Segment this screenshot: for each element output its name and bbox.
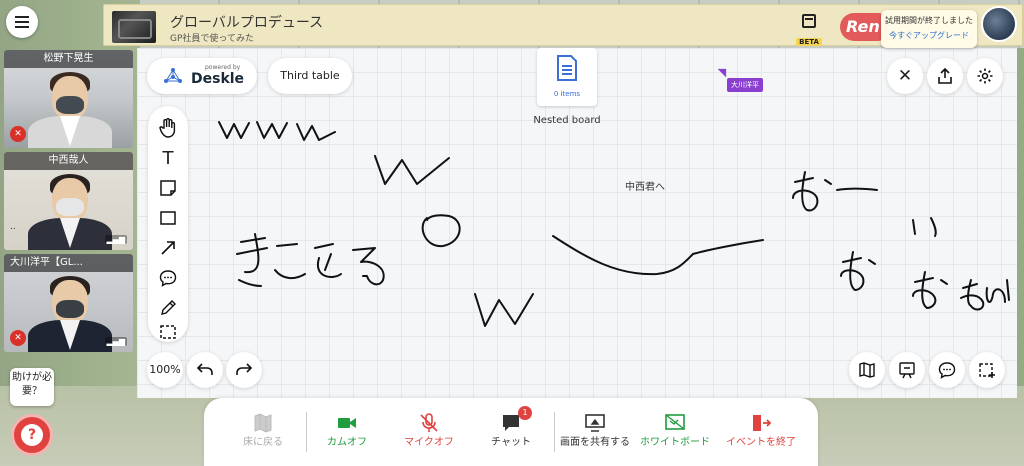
redo-icon	[236, 363, 253, 375]
help-button[interactable]: ?	[11, 414, 53, 456]
chat-label: チャット	[491, 437, 531, 448]
freehand-drawings[interactable]	[137, 48, 1017, 398]
whiteboard-button[interactable]: ホワイトボード	[638, 412, 712, 450]
video-tile-3[interactable]: 大川洋平【GL... ✕ ▂▄▆	[4, 254, 133, 352]
drawing-toolbar: T	[148, 106, 188, 342]
avatar[interactable]	[981, 6, 1017, 42]
square-icon	[160, 211, 176, 225]
microphone-off-icon	[420, 413, 438, 432]
camera-icon	[338, 418, 356, 428]
camera-toggle-label: カムオフ	[327, 437, 367, 448]
mic-muted-icon: ✕	[10, 126, 26, 142]
help-bubble: 助けが必要？	[10, 368, 54, 406]
mic-toggle-label: マイクオフ	[404, 437, 454, 448]
arrow-tool[interactable]	[156, 236, 180, 260]
whiteboard-icon	[665, 414, 685, 430]
comments-button[interactable]	[929, 352, 965, 388]
undo-icon	[196, 363, 213, 375]
hand-icon	[159, 118, 176, 138]
upgrade-link[interactable]: 今すぐアップグレード	[881, 30, 977, 41]
text-icon: T	[162, 147, 174, 169]
space-thumbnail[interactable]	[112, 11, 156, 43]
video-tile-1[interactable]: 松野下晃生 ✕	[4, 50, 133, 148]
signal-icon: ▂▄▆	[104, 337, 127, 346]
participant-name: 大川洋平【GL...	[4, 254, 133, 272]
close-icon: ✕	[897, 66, 913, 86]
mic-muted-icon: ✕	[10, 330, 26, 346]
menu-button[interactable]	[6, 6, 38, 38]
pencil-icon	[161, 300, 176, 315]
redo-button[interactable]	[226, 352, 262, 388]
participant-name: 松野下晃生	[4, 50, 133, 68]
trial-text: 試用期間が終了しました	[885, 16, 973, 25]
more-icon: ..	[10, 222, 16, 232]
chat-badge: 1	[518, 406, 532, 420]
chat-bubble-icon	[938, 362, 956, 379]
calendar-icon	[802, 14, 816, 28]
zoom-level[interactable]: 100%	[147, 352, 183, 388]
shape-tool[interactable]	[156, 206, 180, 230]
trial-notice: 試用期間が終了しました 今すぐアップグレード	[881, 10, 977, 48]
divider	[306, 412, 307, 452]
close-board-button[interactable]: ✕	[887, 58, 923, 94]
comment-tool[interactable]	[156, 266, 180, 290]
select-tool[interactable]	[156, 320, 180, 344]
back-to-floor-label: 床に戻る	[243, 437, 283, 448]
back-to-floor-button[interactable]: 床に戻る	[226, 412, 300, 450]
sticky-note-tool[interactable]	[156, 176, 180, 200]
beta-tag: BETA	[796, 38, 822, 46]
sticky-note-icon	[160, 180, 176, 196]
undo-button[interactable]	[187, 352, 223, 388]
hand-tool[interactable]	[156, 116, 180, 140]
signal-icon: ▂▄▆	[104, 235, 127, 244]
share-screen-button[interactable]: 画面を共有する	[558, 412, 632, 450]
space-title: グローバルプロデュース	[170, 15, 324, 31]
whiteboard-canvas[interactable]: powered by Deskle Third table 0 items Ne…	[137, 48, 1017, 398]
meeting-controls: 床に戻る カムオフ マイクオフ 1 チャット 画面を共有する ホワイトボード イ…	[204, 398, 818, 466]
settings-button[interactable]	[967, 58, 1003, 94]
space-subtitle: GP社員で使ってみた	[170, 34, 254, 44]
arrow-icon	[161, 241, 175, 255]
presentation-button[interactable]	[889, 352, 925, 388]
share-icon	[938, 67, 952, 84]
comment-icon	[159, 270, 177, 287]
video-tile-2[interactable]: 中西哉人 .. ▂▄▆	[4, 152, 133, 250]
add-frame-button[interactable]	[969, 352, 1005, 388]
map-icon	[859, 362, 875, 378]
add-frame-icon	[979, 363, 995, 378]
selection-icon	[160, 325, 176, 339]
chat-button[interactable]: 1 チャット	[474, 406, 548, 450]
participant-name: 中西哉人	[4, 152, 133, 170]
pen-tool[interactable]	[156, 296, 180, 320]
end-event-button[interactable]: イベントを終了	[724, 412, 798, 450]
whiteboard-label: ホワイトボード	[640, 437, 710, 448]
end-event-label: イベントを終了	[726, 437, 796, 448]
camera-toggle-button[interactable]: カムオフ	[310, 412, 384, 450]
share-screen-label: 画面を共有する	[560, 437, 630, 448]
share-export-button[interactable]	[927, 58, 963, 94]
question-icon: ?	[21, 424, 43, 446]
screen-share-icon	[585, 414, 605, 432]
divider	[554, 412, 555, 452]
map-icon	[254, 413, 272, 433]
presentation-icon	[899, 362, 915, 379]
calendar-beta-button[interactable]: BETA	[794, 12, 824, 46]
hamburger-icon	[15, 16, 29, 28]
exit-icon	[753, 415, 772, 431]
map-button[interactable]	[849, 352, 885, 388]
text-tool[interactable]: T	[156, 146, 180, 170]
gear-icon	[977, 68, 993, 84]
mic-toggle-button[interactable]: マイクオフ	[392, 412, 466, 450]
